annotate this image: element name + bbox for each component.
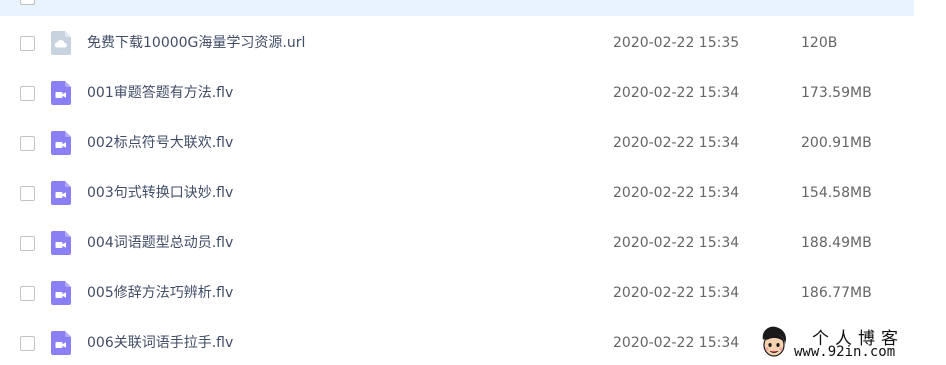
file-date: 2020-02-22 15:34 xyxy=(613,285,740,301)
file-name[interactable]: 003句式转换口诀妙.flv xyxy=(87,183,233,203)
file-date: 2020-02-22 15:35 xyxy=(613,35,740,51)
file-date: 2020-02-22 15:34 xyxy=(613,135,740,151)
file-size: 154.58MB xyxy=(801,185,872,201)
video-file-icon xyxy=(51,181,71,205)
file-date: 2020-02-22 15:34 xyxy=(613,185,740,201)
file-name[interactable]: 004词语题型总动员.flv xyxy=(87,233,233,253)
row-checkbox[interactable] xyxy=(20,286,35,301)
row-checkbox[interactable] xyxy=(20,86,35,101)
file-row[interactable]: 004词语题型总动员.flv 2020-02-22 15:34 188.49MB xyxy=(0,218,914,268)
file-size: 173.59MB xyxy=(801,85,872,101)
file-row[interactable]: 002标点符号大联欢.flv 2020-02-22 15:34 200.91MB xyxy=(0,118,914,168)
file-name[interactable]: 001审题答题有方法.flv xyxy=(87,83,233,103)
selected-row-partial[interactable] xyxy=(0,0,914,16)
video-file-icon xyxy=(51,281,71,305)
row-checkbox[interactable] xyxy=(20,186,35,201)
file-name[interactable]: 005修辞方法巧辨析.flv xyxy=(87,283,233,303)
cloud-link-icon xyxy=(51,31,71,55)
file-name[interactable]: 免费下载10000G海量学习资源.url xyxy=(87,33,305,53)
video-file-icon xyxy=(51,131,71,155)
file-row[interactable]: 005修辞方法巧辨析.flv 2020-02-22 15:34 186.77MB xyxy=(0,268,914,318)
file-size: 188.49MB xyxy=(801,235,872,251)
video-file-icon xyxy=(51,81,71,105)
file-row[interactable]: 003句式转换口诀妙.flv 2020-02-22 15:34 154.58MB xyxy=(0,168,914,218)
cartoon-face-icon xyxy=(762,326,786,357)
row-checkbox[interactable] xyxy=(20,136,35,151)
file-size: 186.77MB xyxy=(801,285,872,301)
file-date: 2020-02-22 15:34 xyxy=(613,335,740,351)
file-row[interactable]: 001审题答题有方法.flv 2020-02-22 15:34 173.59MB xyxy=(0,68,914,118)
file-name[interactable]: 002标点符号大联欢.flv xyxy=(87,133,233,153)
file-size: 200.91MB xyxy=(801,135,872,151)
row-checkbox[interactable] xyxy=(20,36,35,51)
video-file-icon xyxy=(51,331,71,355)
file-date: 2020-02-22 15:34 xyxy=(613,85,740,101)
row-checkbox[interactable] xyxy=(20,0,35,5)
watermark-url: www.92in.com xyxy=(794,344,896,360)
file-date: 2020-02-22 15:34 xyxy=(613,235,740,251)
file-name[interactable]: 006关联词语手拉手.flv xyxy=(87,333,233,353)
row-checkbox[interactable] xyxy=(20,236,35,251)
watermark: 个人博客 www.92in.com xyxy=(752,320,946,365)
file-size: 120B xyxy=(801,35,838,51)
video-file-icon xyxy=(51,231,71,255)
row-checkbox[interactable] xyxy=(20,336,35,351)
file-list: 免费下载10000G海量学习资源.url 2020-02-22 15:35 12… xyxy=(0,0,946,365)
file-row[interactable]: 免费下载10000G海量学习资源.url 2020-02-22 15:35 12… xyxy=(0,18,914,68)
